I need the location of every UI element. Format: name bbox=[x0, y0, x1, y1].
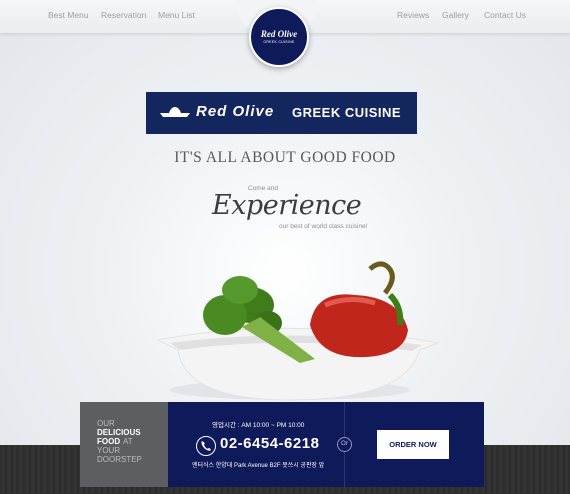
order-now-button[interactable]: ORDER NOW bbox=[377, 430, 449, 459]
nav-contact-us[interactable]: Contact Us bbox=[484, 10, 526, 20]
promo-line-food: FOOD bbox=[97, 437, 121, 446]
nav-reviews[interactable]: Reviews bbox=[397, 10, 429, 20]
or-separator: Or bbox=[337, 437, 352, 452]
business-hours: 영업시간 : AM 10:00 ~ PM 10:00 bbox=[212, 422, 305, 429]
banner-brand: Red Olive bbox=[196, 103, 275, 120]
nav-menu-list[interactable]: Menu List bbox=[158, 10, 195, 20]
nav-reservation[interactable]: Reservation bbox=[101, 10, 146, 20]
delivery-promo-panel: OUR DELICIOUS FOOD AT YOUR DOORSTEP bbox=[80, 402, 168, 487]
promo-line-at: AT bbox=[123, 437, 133, 446]
banner-subtitle: GREEK CUISINE bbox=[292, 105, 402, 120]
promo-line-our: OUR bbox=[97, 419, 115, 428]
logo-subtitle: GREEK CUISINE bbox=[263, 40, 295, 44]
phone-icon bbox=[196, 436, 216, 456]
tagline: IT'S ALL ABOUT GOOD FOOD bbox=[174, 149, 396, 166]
promo-line-doorstep: DOORSTEP bbox=[97, 455, 142, 464]
promo-line-delicious: DELICIOUS bbox=[97, 428, 141, 437]
delivery-contact-panel: 영업시간 : AM 10:00 ~ PM 10:00 02-6454-6218 … bbox=[168, 402, 484, 487]
experience-subtitle: our best of world class cuisine! bbox=[279, 223, 368, 230]
experience-heading: Experience bbox=[212, 190, 362, 221]
phone-number[interactable]: 02-6454-6218 bbox=[220, 435, 319, 452]
site-logo[interactable]: Red Olive GREEK CUISINE bbox=[249, 7, 309, 67]
nav-best-menu[interactable]: Best Menu bbox=[48, 10, 89, 20]
food-bowl-image bbox=[156, 261, 440, 401]
brand-banner: Red Olive GREEK CUISINE bbox=[146, 92, 417, 134]
store-address: 엔터식스 한양대 Park Avenue B2F 못쓰시 공판장 앞 bbox=[192, 463, 325, 469]
logo-name: Red Olive bbox=[260, 29, 298, 39]
ship-icon bbox=[160, 107, 190, 117]
promo-line-your: YOUR bbox=[97, 446, 121, 455]
nav-gallery[interactable]: Gallery bbox=[442, 10, 469, 20]
